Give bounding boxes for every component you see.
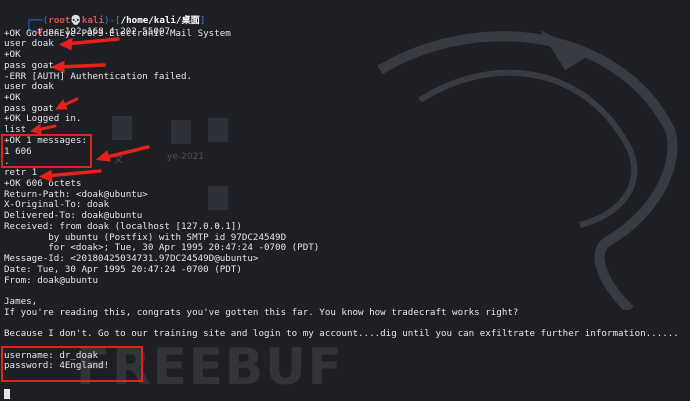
terminal-output-line: From: doak@ubuntu bbox=[4, 274, 99, 286]
terminal-output-line: If you're reading this, congrats you've … bbox=[4, 306, 519, 318]
terminal-output-line: user doak bbox=[4, 38, 54, 50]
desktop-file-icon bbox=[112, 116, 132, 140]
terminal-output-line: by ubuntu (Postfix) with SMTP id 97DC245… bbox=[4, 231, 287, 243]
prompt-command-line: └─# nc 192.168.4.202 55007 bbox=[4, 15, 170, 37]
desktop-label: 文 bbox=[114, 155, 124, 165]
terminal-output-line: pass goat bbox=[4, 102, 54, 114]
credentials-highlight-box bbox=[1, 346, 143, 382]
desktop-file-icon bbox=[208, 118, 228, 142]
desktop-file-icon bbox=[208, 186, 228, 210]
terminal-output-line: James, bbox=[4, 296, 38, 307]
prompt-header: ┌──(root💀kali)-[/home/kali/桌面] bbox=[4, 4, 205, 26]
terminal-output-line: -ERR [AUTH] Authentication failed. bbox=[4, 70, 193, 82]
desktop-label: ye-2021 bbox=[167, 152, 205, 162]
terminal-output-line: Return-Path: <doak@ubuntu> bbox=[4, 188, 148, 200]
terminal-output-line: Message-Id: <20180425034731.97DC24549D@u… bbox=[4, 253, 259, 264]
terminal-output-line: Received: from doak (localhost [127.0.0.… bbox=[4, 220, 242, 232]
desktop-file-icon bbox=[171, 120, 191, 144]
kali-dragon-wallpaper-icon bbox=[377, 30, 678, 310]
terminal-output-line: +OK bbox=[4, 49, 21, 60]
terminal-output-line: +OK 606 octets bbox=[4, 177, 82, 189]
terminal-output-line: X-Original-To: doak bbox=[4, 199, 110, 211]
terminal-output-line: Date: Tue, 30 Apr 1995 20:47:24 -0700 (P… bbox=[4, 263, 242, 275]
terminal-output-line: for <doak>; Tue, 30 Apr 1995 20:47:24 -0… bbox=[4, 242, 320, 254]
terminal-output-line: +OK GoldenEye POP3 Electronic-Mail Syste… bbox=[4, 27, 231, 39]
terminal-output-line: Because I don't. Go to our training site… bbox=[4, 328, 679, 340]
terminal-output-line: Delivered-To: doak@ubuntu bbox=[4, 210, 143, 222]
terminal-output-line: pass goat bbox=[4, 59, 54, 71]
terminal-output-line: +OK bbox=[4, 91, 21, 103]
terminal-output-line: user doak bbox=[4, 81, 54, 93]
terminal-window[interactable]: 文 ye-2021 e FREEBUF ┌──(root💀kali)-[/hom… bbox=[0, 0, 690, 401]
terminal-output-line: +OK Logged in. bbox=[4, 113, 82, 125]
messages-highlight-box bbox=[1, 134, 92, 168]
terminal-cursor bbox=[4, 389, 10, 399]
terminal-output-line: retr 1 bbox=[4, 167, 38, 179]
prompt-bracket: ] bbox=[199, 15, 206, 26]
